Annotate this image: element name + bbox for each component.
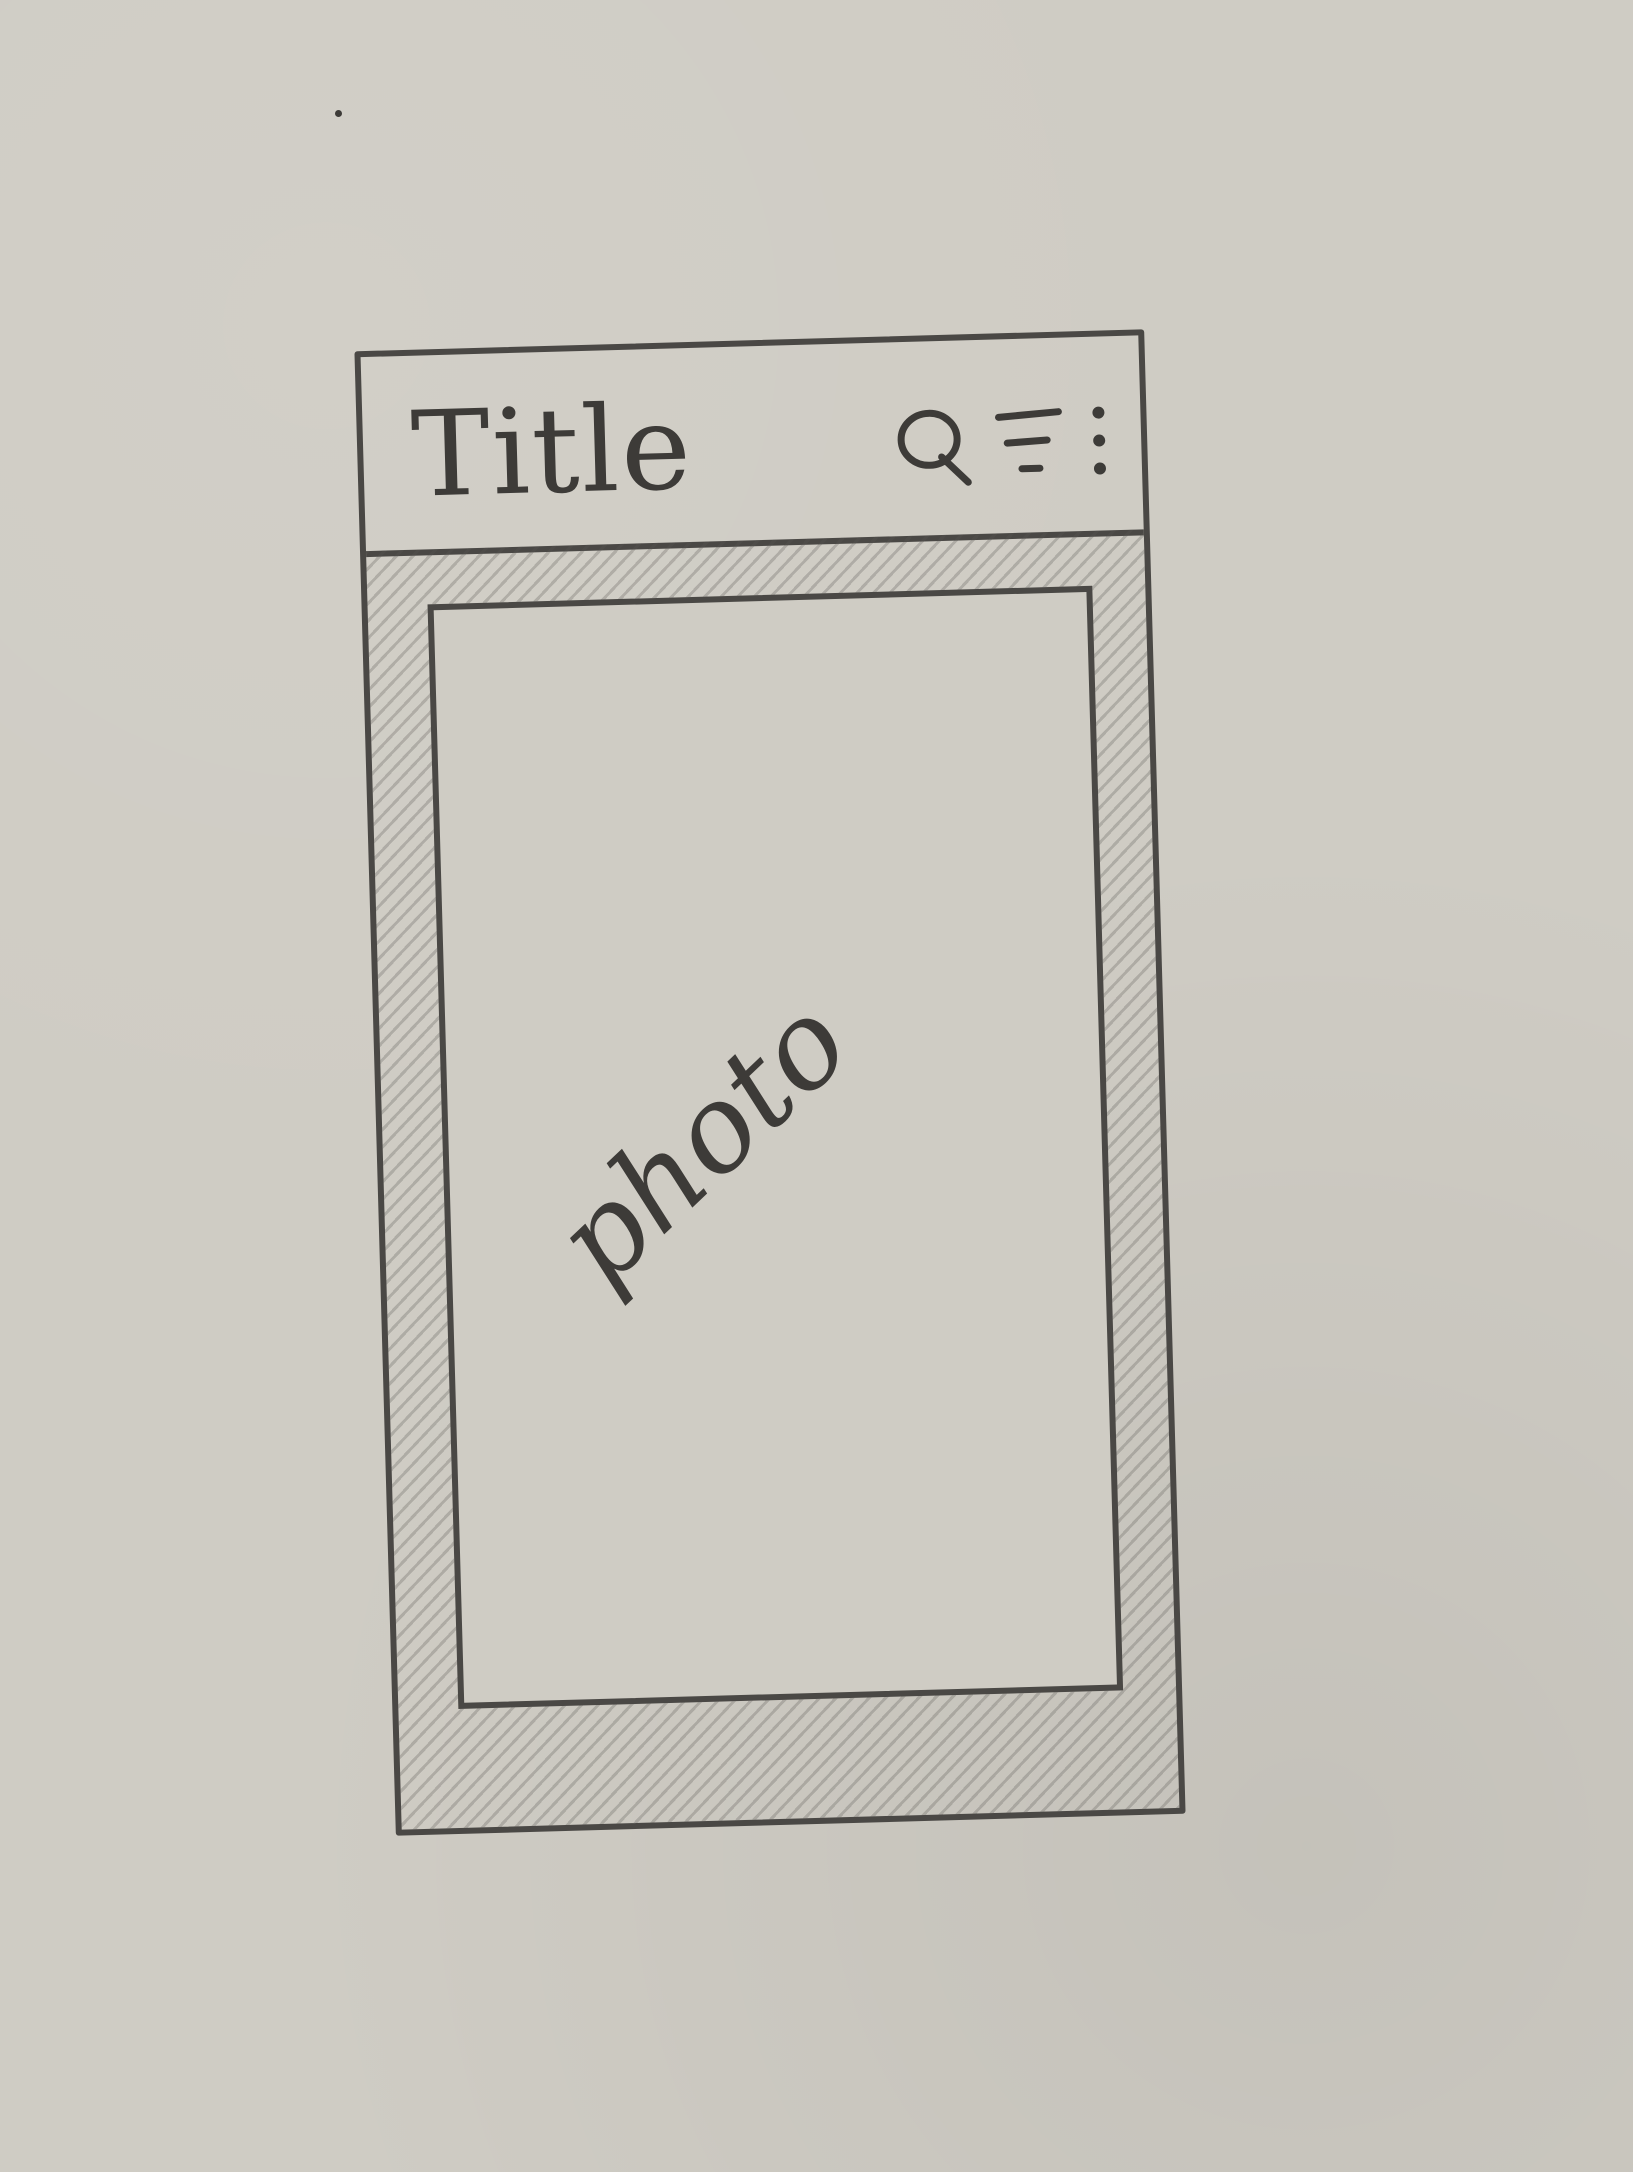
content-area: photo xyxy=(366,529,1180,1830)
pencil-dot xyxy=(335,110,342,117)
phone-frame: Title photo xyxy=(354,329,1186,1836)
photo-placeholder[interactable]: photo xyxy=(427,585,1124,1709)
sketch-paper: Title photo xyxy=(0,0,1633,2172)
search-icon[interactable] xyxy=(892,400,975,496)
page-title: Title xyxy=(409,377,695,524)
photo-label: photo xyxy=(528,972,876,1313)
app-bar: Title xyxy=(360,335,1144,558)
filter-icon[interactable] xyxy=(994,398,1067,494)
app-bar-actions xyxy=(892,396,1113,496)
more-vert-icon[interactable] xyxy=(1086,396,1113,491)
